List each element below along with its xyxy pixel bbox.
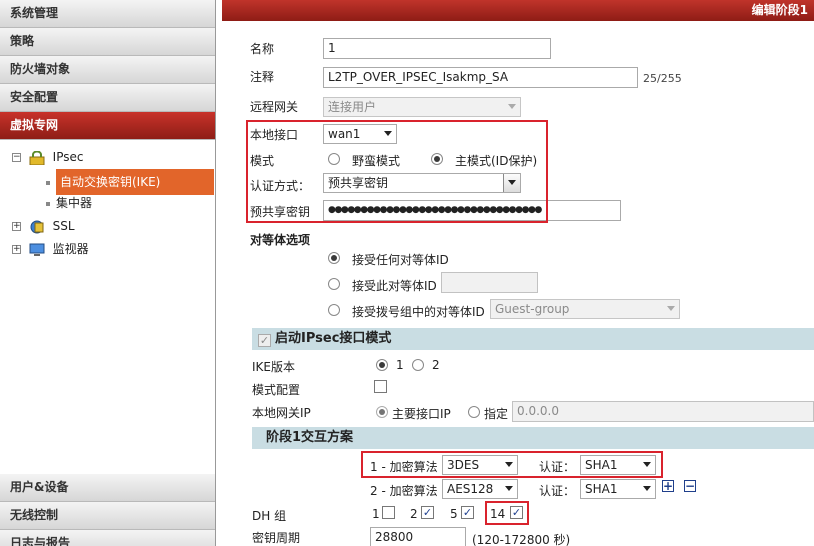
add-proposal-icon[interactable]: + bbox=[662, 480, 674, 492]
dh2-checkbox[interactable]: ✓ bbox=[421, 506, 434, 519]
proposal2-auth-label: 认证： bbox=[539, 484, 576, 498]
peer-group-select: Guest-group bbox=[490, 299, 680, 319]
name-input[interactable]: 1 bbox=[323, 38, 551, 59]
dh-group-label: DH 组 bbox=[252, 509, 287, 523]
keylife-label: 密钥周期 bbox=[252, 531, 301, 545]
ike-v1-radio[interactable] bbox=[376, 359, 388, 371]
ipsec-interface-checkbox: ✓ bbox=[258, 334, 271, 347]
menu-policy[interactable]: 策略 bbox=[0, 28, 215, 56]
menu-system-admin[interactable]: 系统管理 bbox=[0, 0, 215, 28]
dh1-label: 1 bbox=[372, 507, 380, 521]
mode-config-label: 模式配置 bbox=[252, 383, 301, 397]
proposal2-label: 2 - 加密算法 bbox=[370, 484, 438, 498]
peer-any-radio[interactable] bbox=[328, 252, 340, 264]
peer-group-value: Guest-group bbox=[495, 302, 570, 316]
remote-gateway-label: 远程网关 bbox=[250, 100, 299, 114]
dh1-checkbox[interactable] bbox=[382, 506, 395, 519]
highlight-box bbox=[485, 501, 529, 525]
menu-vpn[interactable]: 虚拟专网 bbox=[0, 112, 215, 140]
menu-firewall-objects[interactable]: 防火墙对象 bbox=[0, 56, 215, 84]
local-gw-primary-radio[interactable] bbox=[376, 406, 388, 418]
ipsec-interface-section: ✓ 启动IPsec接口模式 bbox=[252, 328, 814, 350]
tree-bullet bbox=[46, 201, 50, 206]
keylife-range: (120-172800 秒) bbox=[472, 533, 571, 546]
dh5-checkbox[interactable]: ✓ bbox=[461, 506, 474, 519]
remote-gateway-select: 连接用户 bbox=[323, 97, 521, 117]
local-gateway-label: 本地网关IP bbox=[252, 406, 311, 420]
phase1-proposal-section: 阶段1交互方案 bbox=[252, 427, 814, 449]
ssl-icon bbox=[30, 220, 44, 233]
chevron-down-icon bbox=[508, 104, 516, 109]
lock-icon bbox=[29, 150, 45, 165]
peer-options-label: 对等体选项 bbox=[250, 233, 311, 247]
ike-version-label: IKE版本 bbox=[252, 360, 295, 374]
ike-v1-label: 1 bbox=[396, 358, 404, 372]
keylife-input[interactable]: 28800 bbox=[370, 527, 466, 546]
vpn-tree: − IPsec 自动交换密钥(IKE) 集中器 + SSL + 监视器 bbox=[0, 140, 215, 470]
peer-this-radio[interactable] bbox=[328, 278, 340, 290]
tree-label-monitor: 监视器 bbox=[52, 242, 89, 256]
highlight-box bbox=[246, 120, 548, 223]
tree-item-ssl[interactable]: + SSL bbox=[12, 215, 75, 237]
peer-dialup-label: 接受拨号组中的对等体ID bbox=[352, 305, 485, 319]
tree-label-concentrator: 集中器 bbox=[56, 196, 93, 210]
comment-label: 注释 bbox=[250, 70, 275, 84]
peer-dialup-radio[interactable] bbox=[328, 304, 340, 316]
local-gw-ip-input: 0.0.0.0 bbox=[512, 401, 814, 422]
ike-v2-radio[interactable] bbox=[412, 359, 424, 371]
peer-id-input bbox=[441, 272, 538, 293]
comment-counter: 25/255 bbox=[643, 72, 682, 85]
dh5-label: 5 bbox=[450, 507, 458, 521]
main-panel: 编辑阶段1 名称 1 注释 L2TP_OVER_IPSEC_Isakmp_SA … bbox=[222, 0, 814, 546]
local-gw-specify-radio[interactable] bbox=[468, 406, 480, 418]
remote-gateway-value: 连接用户 bbox=[328, 100, 377, 114]
page-title: 编辑阶段1 bbox=[222, 0, 814, 21]
monitor-icon bbox=[29, 243, 45, 256]
menu-users-devices[interactable]: 用户&设备 bbox=[0, 474, 215, 502]
proposal2-auth-select[interactable]: SHA1 bbox=[580, 479, 656, 499]
tree-label-ssl: SSL bbox=[52, 219, 75, 233]
ike-v2-label: 2 bbox=[432, 358, 440, 372]
tree-item-monitor[interactable]: + 监视器 bbox=[12, 238, 89, 260]
chevron-down-icon bbox=[505, 486, 513, 491]
collapse-icon[interactable]: − bbox=[12, 153, 21, 162]
bottom-menu: 用户&设备 无线控制 日志与报告 bbox=[0, 474, 215, 546]
expand-icon[interactable]: + bbox=[12, 245, 21, 254]
expand-icon[interactable]: + bbox=[12, 222, 21, 231]
tree-item-ike[interactable]: 自动交换密钥(IKE) bbox=[46, 169, 214, 195]
proposal2-encryption-value: AES128 bbox=[447, 482, 494, 496]
proposal2-auth-value: SHA1 bbox=[585, 482, 618, 496]
peer-this-label: 接受此对等体ID bbox=[352, 279, 437, 293]
chevron-down-icon bbox=[643, 486, 651, 491]
name-label: 名称 bbox=[250, 42, 275, 56]
dh2-label: 2 bbox=[410, 507, 418, 521]
tree-bullet bbox=[46, 180, 50, 185]
proposal2-encryption-select[interactable]: AES128 bbox=[442, 479, 518, 499]
tree-item-concentrator[interactable]: 集中器 bbox=[46, 192, 92, 214]
local-gw-primary-label: 主要接口IP bbox=[392, 407, 451, 421]
mode-config-checkbox[interactable] bbox=[374, 380, 387, 393]
local-gw-specify-label: 指定 bbox=[484, 407, 509, 421]
menu-wireless[interactable]: 无线控制 bbox=[0, 502, 215, 530]
remove-proposal-icon[interactable]: − bbox=[684, 480, 696, 492]
menu-security-profiles[interactable]: 安全配置 bbox=[0, 84, 215, 112]
peer-any-label: 接受任何对等体ID bbox=[352, 253, 449, 267]
comment-textarea[interactable]: L2TP_OVER_IPSEC_Isakmp_SA bbox=[323, 67, 638, 88]
ipsec-interface-title: 启动IPsec接口模式 bbox=[275, 331, 392, 346]
menu-log-report[interactable]: 日志与报告 bbox=[0, 530, 215, 546]
tree-item-ipsec[interactable]: − IPsec bbox=[12, 146, 83, 168]
tree-label-ipsec: IPsec bbox=[52, 150, 84, 164]
sidebar: 系统管理 策略 防火墙对象 安全配置 虚拟专网 − IPsec 自动交换密钥(I… bbox=[0, 0, 216, 546]
chevron-down-icon bbox=[667, 306, 675, 311]
highlight-box bbox=[361, 451, 663, 478]
